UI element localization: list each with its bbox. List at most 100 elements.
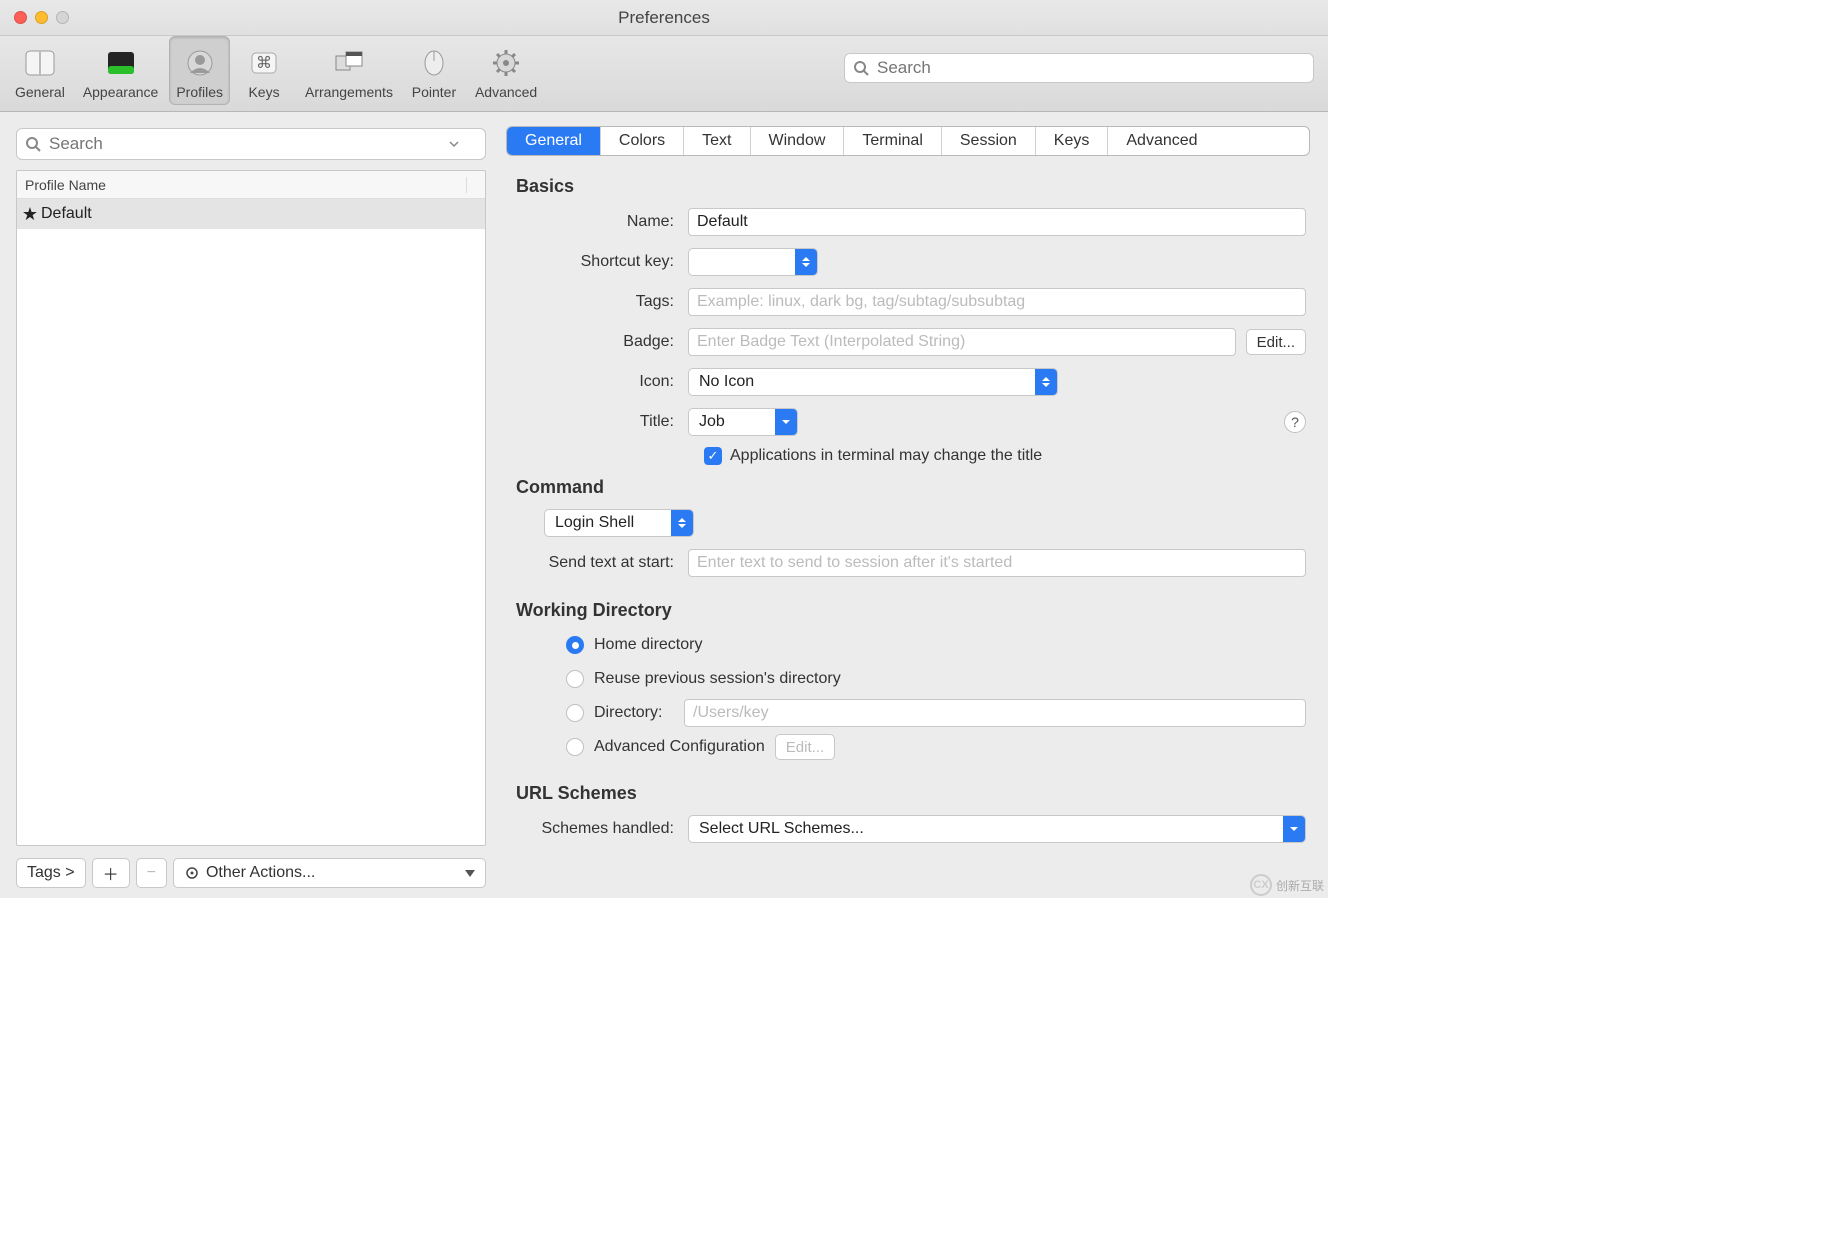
search-icon [25, 136, 41, 152]
url-schemes-value: Select URL Schemes... [689, 820, 1283, 838]
close-window-button[interactable] [14, 11, 27, 24]
tags-button[interactable]: Tags > [16, 858, 86, 888]
other-actions-button[interactable]: Other Actions... [173, 858, 486, 888]
shortcut-select[interactable] [688, 248, 818, 276]
profile-search-input[interactable] [47, 133, 471, 155]
profile-tabs: General Colors Text Window Terminal Sess… [506, 126, 1310, 156]
remove-profile-button[interactable]: − [136, 858, 167, 888]
tab-window[interactable]: Window [751, 127, 845, 155]
profile-list: Profile Name ★ Default [16, 170, 486, 846]
send-text-label: Send text at start: [516, 554, 688, 572]
add-profile-button[interactable]: ＋ [92, 858, 130, 888]
section-urlschemes: URL Schemes [516, 783, 1306, 804]
profiles-icon [180, 46, 220, 80]
title-bar: Preferences [0, 0, 1328, 36]
tab-terminal[interactable]: Terminal [844, 127, 941, 155]
apps-may-change-title-checkbox[interactable]: ✓ [704, 447, 722, 465]
tab-session[interactable]: Session [942, 127, 1036, 155]
profile-header-name: Profile Name [17, 177, 467, 193]
toolbar-general[interactable]: General [8, 36, 72, 105]
toolbar-appearance[interactable]: Appearance [76, 36, 166, 105]
radio-home-directory[interactable] [566, 636, 584, 654]
toolbar-profiles[interactable]: Profiles [169, 36, 230, 105]
tab-session-label: Session [960, 132, 1017, 150]
toolbar-keys[interactable]: ⌘ Keys [234, 36, 294, 105]
pref-toolbar: General Appearance Profiles ⌘ Keys Arran… [0, 36, 1328, 112]
directory-path-input[interactable] [684, 699, 1306, 727]
radio-advanced-config[interactable] [566, 738, 584, 756]
command-shell-value: Login Shell [545, 514, 671, 532]
profile-list-header[interactable]: Profile Name [17, 171, 485, 199]
tab-text[interactable]: Text [684, 127, 750, 155]
icon-label: Icon: [516, 373, 688, 391]
radio-advanced-config-label: Advanced Configuration [594, 738, 765, 756]
svg-text:⌘: ⌘ [256, 55, 272, 72]
toolbar-keys-label: Keys [248, 84, 279, 100]
tags-button-label: Tags > [27, 864, 75, 882]
section-basics: Basics [516, 176, 1306, 197]
title-select[interactable]: Job [688, 408, 798, 436]
radio-directory[interactable] [566, 704, 584, 722]
updown-icon [671, 510, 693, 536]
url-schemes-select[interactable]: Select URL Schemes... [688, 815, 1306, 843]
title-label: Title: [516, 413, 688, 431]
tab-keys[interactable]: Keys [1036, 127, 1109, 155]
form-area: Basics Name: Shortcut key: Tags: [506, 170, 1310, 898]
apps-may-change-title-label: Applications in terminal may change the … [730, 447, 1042, 465]
tab-advanced[interactable]: Advanced [1108, 127, 1215, 155]
badge-edit-button[interactable]: Edit... [1246, 329, 1306, 355]
badge-input[interactable] [688, 328, 1236, 356]
chevron-down-icon[interactable] [449, 139, 459, 149]
toolbar-search-field[interactable] [844, 53, 1314, 83]
toolbar-search-input[interactable] [875, 57, 1305, 79]
toolbar-pointer[interactable]: Pointer [404, 36, 464, 105]
tags-input[interactable] [688, 288, 1306, 316]
name-label: Name: [516, 213, 688, 231]
toolbar-profiles-label: Profiles [176, 84, 223, 100]
tab-window-label: Window [769, 132, 826, 150]
window-title: Preferences [618, 8, 710, 28]
tab-keys-label: Keys [1054, 132, 1090, 150]
section-command: Command [516, 477, 1306, 498]
toolbar-advanced[interactable]: Advanced [468, 36, 544, 105]
profile-rows: ★ Default [17, 199, 485, 845]
tab-general[interactable]: General [507, 127, 601, 155]
toolbar-arrangements[interactable]: Arrangements [298, 36, 400, 105]
minimize-window-button[interactable] [35, 11, 48, 24]
updown-icon [795, 249, 817, 275]
shortcut-label: Shortcut key: [516, 253, 688, 271]
badge-edit-label: Edit... [1257, 334, 1295, 351]
name-input[interactable] [688, 208, 1306, 236]
chevron-down-icon [465, 870, 475, 877]
radio-directory-label: Directory: [594, 704, 674, 722]
search-icon [853, 60, 869, 76]
pointer-icon [414, 46, 454, 80]
tags-label: Tags: [516, 293, 688, 311]
keys-icon: ⌘ [244, 46, 284, 80]
profile-search-field[interactable] [16, 128, 486, 160]
radio-home-label: Home directory [594, 636, 702, 654]
send-text-input[interactable] [688, 549, 1306, 577]
radio-reuse-label: Reuse previous session's directory [594, 670, 841, 688]
command-shell-select[interactable]: Login Shell [544, 509, 694, 537]
gear-icon [486, 46, 526, 80]
toolbar-search-wrap [844, 53, 1314, 83]
toolbar-general-label: General [15, 84, 65, 100]
chevron-down-icon [1283, 816, 1305, 842]
advanced-config-edit-button[interactable]: Edit... [775, 734, 835, 760]
traffic-lights [14, 11, 69, 24]
radio-reuse-directory[interactable] [566, 670, 584, 688]
profile-row-name: Default [41, 205, 485, 223]
tab-colors-label: Colors [619, 132, 665, 150]
tab-colors[interactable]: Colors [601, 127, 684, 155]
star-icon: ★ [19, 204, 41, 225]
icon-select-value: No Icon [689, 373, 1035, 391]
icon-select[interactable]: No Icon [688, 368, 1058, 396]
updown-icon [1035, 369, 1057, 395]
gear-icon [184, 865, 200, 881]
profile-detail-pane: General Colors Text Window Terminal Sess… [498, 112, 1328, 898]
profile-row-default[interactable]: ★ Default [17, 199, 485, 229]
toolbar-advanced-label: Advanced [475, 84, 537, 100]
zoom-window-button[interactable] [56, 11, 69, 24]
title-help-button[interactable]: ? [1284, 411, 1306, 433]
